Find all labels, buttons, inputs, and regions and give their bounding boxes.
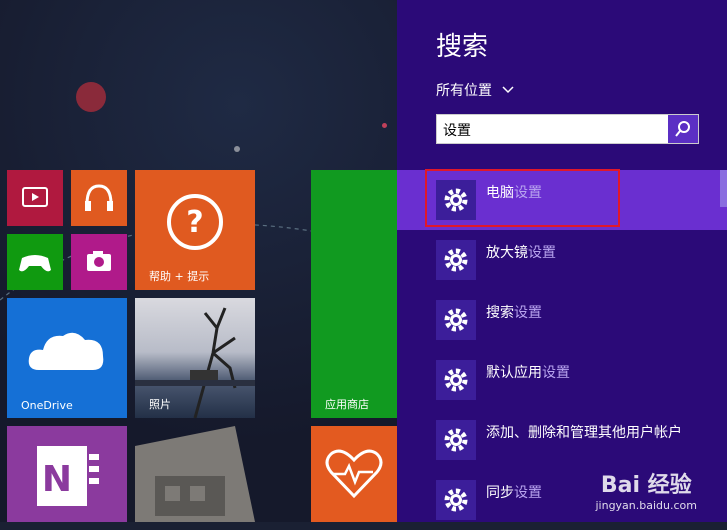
gear-icon — [436, 180, 476, 220]
baidu-watermark: Bai 经验 jingyan.baidu.com — [595, 467, 697, 512]
search-result[interactable]: 添加、删除和管理其他用户帐户 — [397, 410, 727, 470]
search-input[interactable] — [441, 116, 670, 144]
heart-pulse-icon — [325, 449, 383, 499]
music-tile[interactable] — [71, 170, 127, 226]
onenote-icon: N — [37, 446, 99, 506]
robot-illustration — [135, 426, 255, 522]
search-result-label: 同步设置 — [486, 485, 542, 501]
onedrive-tile[interactable]: OneDrive — [7, 298, 127, 418]
decorative-robot — [135, 426, 255, 522]
svg-text:?: ? — [186, 205, 203, 240]
help-tips-tile[interactable]: ? 帮助 + 提示 — [135, 170, 255, 290]
camera-tile[interactable] — [71, 234, 127, 290]
photos-label: 照片 — [149, 398, 171, 411]
gear-icon — [436, 240, 476, 280]
help-tips-label: 帮助 + 提示 — [149, 270, 210, 283]
chevron-down-icon — [502, 86, 514, 94]
search-scope-label: 所有位置 — [436, 83, 492, 99]
search-scope-dropdown[interactable]: 所有位置 — [436, 80, 514, 100]
health-tile[interactable] — [311, 426, 397, 522]
gear-icon — [436, 300, 476, 340]
cloud-icon — [28, 332, 104, 370]
search-button[interactable] — [668, 115, 698, 143]
search-result-label: 电脑设置 — [486, 185, 542, 201]
svg-text:N: N — [42, 459, 72, 500]
search-result-label: 添加、删除和管理其他用户帐户 — [486, 425, 682, 441]
search-box — [436, 114, 699, 144]
onenote-tile[interactable]: N — [7, 426, 127, 522]
search-result-label: 放大镜设置 — [486, 245, 556, 261]
search-result-label: 搜索设置 — [486, 305, 542, 321]
search-result[interactable]: 搜索设置 — [397, 290, 727, 350]
photos-tile[interactable]: 照片 — [135, 298, 255, 418]
search-result[interactable]: 电脑设置 — [397, 170, 727, 230]
search-icon — [675, 121, 690, 137]
search-charm: 搜索 所有位置 电脑设置 放大镜设置 搜索设置 默认应用设置 — [397, 0, 727, 522]
question-mark-icon: ? — [167, 194, 223, 250]
gear-icon — [436, 360, 476, 400]
store-tile[interactable]: 应用商店 — [311, 170, 397, 418]
search-result[interactable]: 默认应用设置 — [397, 350, 727, 410]
camera-icon — [87, 251, 111, 271]
headphones-icon — [85, 184, 113, 211]
gear-icon — [436, 480, 476, 520]
watermark-url: jingyan.baidu.com — [595, 499, 697, 512]
onedrive-label: OneDrive — [21, 399, 73, 412]
search-result-label: 默认应用设置 — [486, 365, 570, 381]
start-screen: ? 帮助 + 提示 OneDrive 照片 N 应用商店 — [0, 0, 397, 522]
store-label: 应用商店 — [325, 398, 369, 411]
gear-icon — [436, 420, 476, 460]
results-scrollbar[interactable] — [720, 170, 727, 207]
search-result[interactable]: 放大镜设置 — [397, 230, 727, 290]
games-tile[interactable] — [7, 234, 63, 290]
gamepad-icon — [19, 255, 51, 272]
charm-title: 搜索 — [436, 32, 489, 62]
watermark-brand: Bai 经验 — [600, 473, 692, 498]
video-tile[interactable] — [7, 170, 63, 226]
video-icon — [22, 187, 48, 207]
